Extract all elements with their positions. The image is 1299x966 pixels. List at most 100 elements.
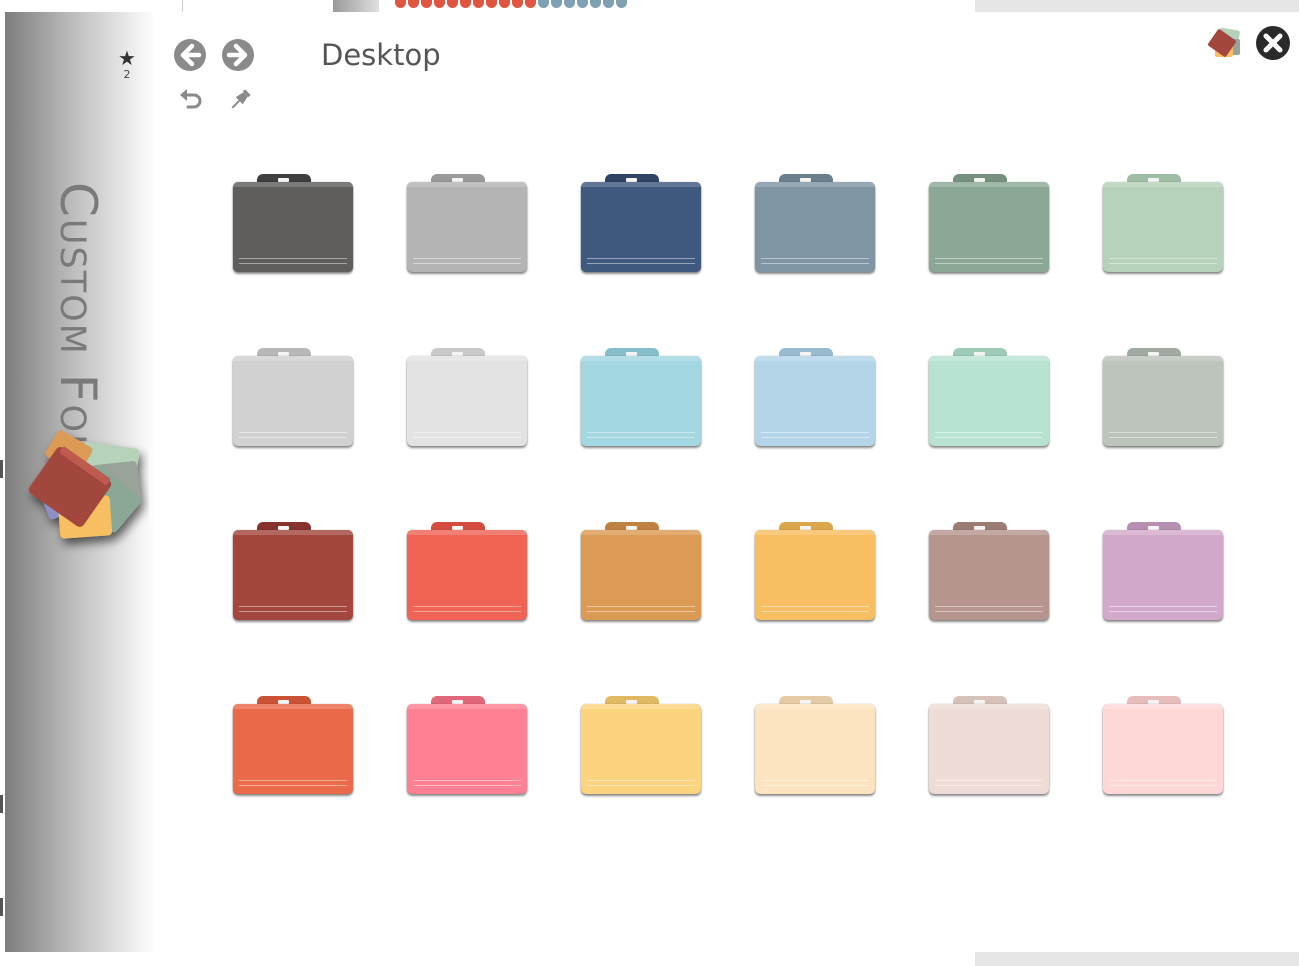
background-dot xyxy=(499,0,510,8)
folder-stripe xyxy=(239,263,347,264)
folder-icon xyxy=(407,704,527,794)
folder-color-option[interactable] xyxy=(753,170,877,275)
background-dot xyxy=(616,0,627,8)
folder-icon xyxy=(929,704,1049,794)
folder-stripe xyxy=(413,606,521,607)
app-logo-icon[interactable] xyxy=(1203,25,1243,61)
folder-icon xyxy=(407,530,527,620)
forward-button[interactable] xyxy=(221,38,255,72)
folder-color-option[interactable] xyxy=(753,692,877,797)
folder-stripe xyxy=(239,785,347,786)
folder-stripe xyxy=(761,263,869,264)
folder-color-option[interactable] xyxy=(231,344,355,449)
page-title: Desktop xyxy=(321,38,441,72)
folder-stripe xyxy=(587,437,695,438)
folder-icon xyxy=(929,356,1049,446)
folder-stripe xyxy=(239,432,347,433)
folder-stripe xyxy=(935,258,1043,259)
folder-color-option[interactable] xyxy=(579,692,703,797)
folder-icon xyxy=(581,704,701,794)
background-dot xyxy=(473,0,484,8)
folder-stripe xyxy=(935,785,1043,786)
background-chip xyxy=(333,0,379,12)
background-window-edge-bottom xyxy=(975,952,1299,966)
background-dot xyxy=(525,0,536,8)
folder-stripe xyxy=(935,437,1043,438)
sidebar: Custom Folder xyxy=(5,12,155,952)
folder-stripe xyxy=(935,263,1043,264)
back-button[interactable] xyxy=(173,38,207,72)
folder-color-option[interactable] xyxy=(405,518,529,623)
undo-button[interactable] xyxy=(177,86,205,114)
folder-color-option[interactable] xyxy=(579,170,703,275)
folder-stripe xyxy=(587,432,695,433)
folder-stripe xyxy=(1109,432,1217,433)
folder-color-option[interactable] xyxy=(579,518,703,623)
folder-icon xyxy=(1103,530,1223,620)
folder-icon xyxy=(755,530,875,620)
background-dot xyxy=(564,0,575,8)
folder-icon xyxy=(233,356,353,446)
folder-color-option[interactable] xyxy=(927,692,1051,797)
background-dot xyxy=(486,0,497,8)
folder-stripe xyxy=(413,780,521,781)
folder-color-option[interactable] xyxy=(1101,518,1225,623)
folder-icon xyxy=(755,704,875,794)
folder-stripe xyxy=(587,611,695,612)
folder-stripe xyxy=(1109,785,1217,786)
folder-color-option[interactable] xyxy=(405,692,529,797)
folder-stripe xyxy=(935,611,1043,612)
background-dot xyxy=(512,0,523,8)
folder-icon xyxy=(1103,704,1223,794)
folder-color-option[interactable] xyxy=(927,344,1051,449)
background-dot xyxy=(590,0,601,8)
folder-stripe xyxy=(761,785,869,786)
folder-color-option[interactable] xyxy=(231,518,355,623)
folder-icon xyxy=(755,182,875,272)
folder-stripe xyxy=(587,785,695,786)
folder-icon xyxy=(929,182,1049,272)
folder-color-option[interactable] xyxy=(927,170,1051,275)
folder-icon xyxy=(581,530,701,620)
folder-stripe xyxy=(587,258,695,259)
folder-color-option[interactable] xyxy=(405,344,529,449)
folder-icon xyxy=(233,704,353,794)
background-dot xyxy=(551,0,562,8)
folder-icon xyxy=(581,356,701,446)
folder-color-option[interactable] xyxy=(231,692,355,797)
folder-color-option[interactable] xyxy=(1101,344,1225,449)
folder-stripe xyxy=(1109,258,1217,259)
folder-stripe xyxy=(1109,611,1217,612)
folder-stripe xyxy=(239,258,347,259)
folder-color-option[interactable] xyxy=(1101,692,1225,797)
folder-icon xyxy=(233,530,353,620)
favorites-star[interactable]: ★ 2 xyxy=(117,48,137,81)
folder-stripe xyxy=(935,780,1043,781)
background-dot xyxy=(421,0,432,8)
folder-stripe xyxy=(413,263,521,264)
folder-color-option[interactable] xyxy=(927,518,1051,623)
background-dot xyxy=(447,0,458,8)
folder-stripe xyxy=(413,611,521,612)
background-dot xyxy=(538,0,549,8)
folder-stripe xyxy=(1109,263,1217,264)
folder-stripe xyxy=(587,606,695,607)
folder-color-option[interactable] xyxy=(1101,170,1225,275)
folder-stripe xyxy=(761,780,869,781)
folder-color-option[interactable] xyxy=(753,344,877,449)
folder-stripe xyxy=(761,432,869,433)
folder-stripe xyxy=(935,432,1043,433)
folder-color-option[interactable] xyxy=(579,344,703,449)
pin-button[interactable] xyxy=(226,86,254,114)
folder-icon xyxy=(407,182,527,272)
close-button[interactable] xyxy=(1255,25,1291,61)
folder-stripe xyxy=(1109,606,1217,607)
folder-stripe xyxy=(1109,437,1217,438)
folder-color-option[interactable] xyxy=(753,518,877,623)
folder-stripe xyxy=(413,432,521,433)
background-divider xyxy=(182,0,183,12)
background-mark xyxy=(0,898,3,916)
folder-color-option[interactable] xyxy=(405,170,529,275)
folder-icon xyxy=(407,356,527,446)
folder-color-option[interactable] xyxy=(231,170,355,275)
